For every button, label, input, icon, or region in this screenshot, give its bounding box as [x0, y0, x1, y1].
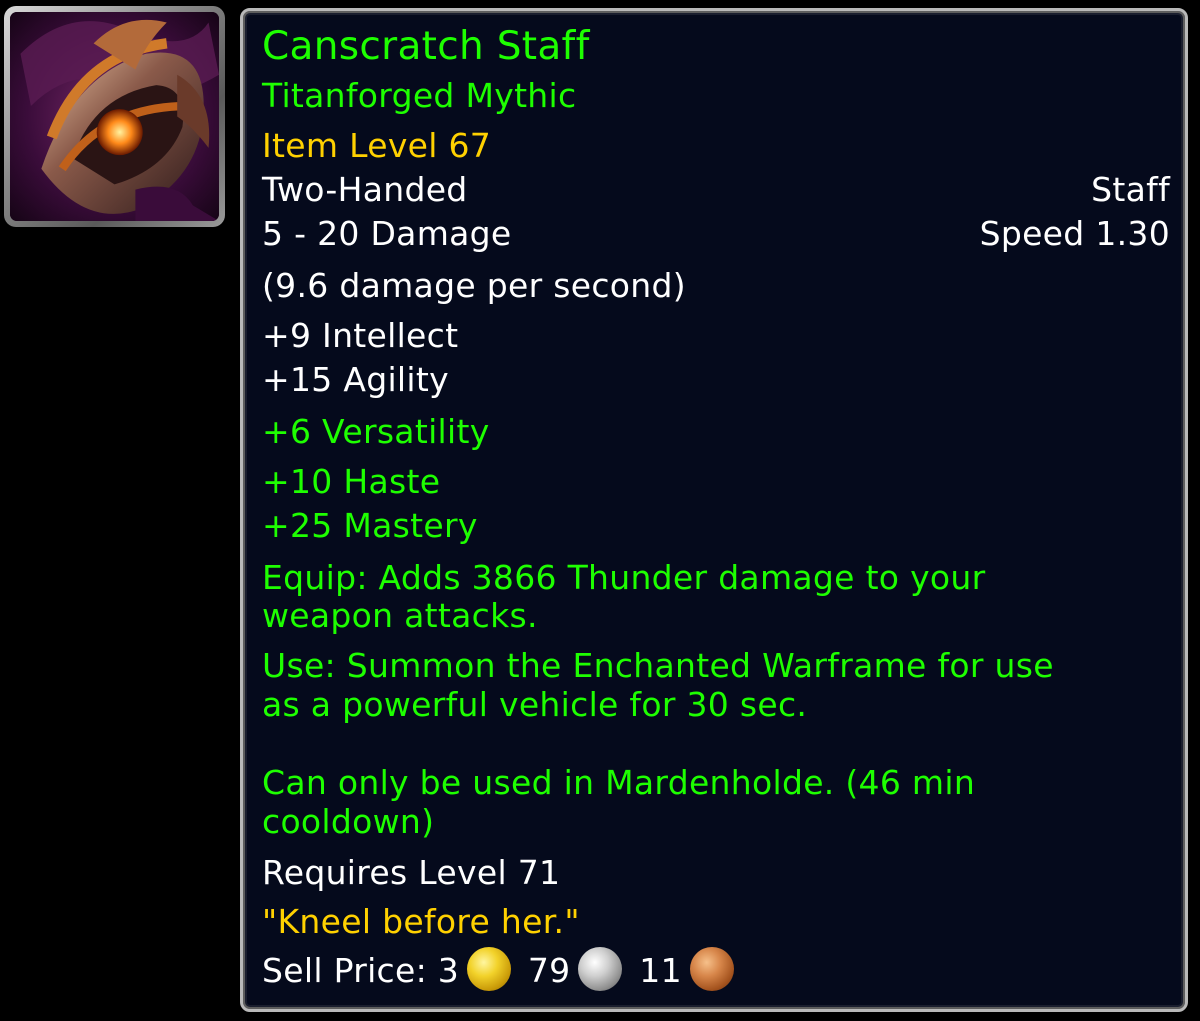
- item-type: Staff: [1091, 170, 1170, 209]
- flavor-text: "Kneel before her.": [262, 902, 580, 941]
- use-effect-line-3: Can only be used in Mardenholde. (46 min: [262, 763, 976, 802]
- item-name: Canscratch Staff: [262, 24, 590, 69]
- sell-price-label: Sell Price:: [262, 951, 427, 990]
- use-effect-line-1: Use: Summon the Enchanted Warframe for u…: [262, 646, 1054, 685]
- stat-intellect: +9 Intellect: [262, 316, 459, 355]
- silver-coin-icon: [578, 947, 623, 991]
- item-upgrade-label: Titanforged Mythic: [262, 76, 577, 115]
- sell-price-gold: 3: [437, 951, 460, 990]
- equip-effect-line-1: Equip: Adds 3866 Thunder damage to your: [262, 558, 986, 597]
- sell-price-copper: 11: [639, 951, 682, 990]
- sell-price: Sell Price: 3 79 11: [262, 947, 740, 991]
- staff-head-icon: [10, 12, 219, 221]
- item-speed: Speed 1.30: [979, 214, 1170, 253]
- stat-versatility: +6 Versatility: [262, 412, 490, 451]
- item-dps: (9.6 damage per second): [262, 266, 686, 305]
- use-effect-line-2: as a powerful vehicle for 30 sec.: [262, 685, 808, 724]
- copper-coin-icon: [689, 947, 734, 991]
- use-effect-line-4: cooldown): [262, 802, 435, 841]
- stat-agility: +15 Agility: [262, 360, 449, 399]
- equip-effect-line-2: weapon attacks.: [262, 596, 538, 635]
- item-slot: Two-Handed: [262, 170, 468, 209]
- item-icon-frame[interactable]: [4, 6, 225, 227]
- gold-coin-icon: [467, 947, 512, 991]
- required-level: Requires Level 71: [262, 853, 561, 892]
- item-level: Item Level 67: [262, 126, 492, 165]
- stat-haste: +10 Haste: [262, 462, 441, 501]
- item-damage: 5 - 20 Damage: [262, 214, 512, 253]
- stat-mastery: +25 Mastery: [262, 506, 478, 545]
- sell-price-silver: 79: [527, 951, 571, 990]
